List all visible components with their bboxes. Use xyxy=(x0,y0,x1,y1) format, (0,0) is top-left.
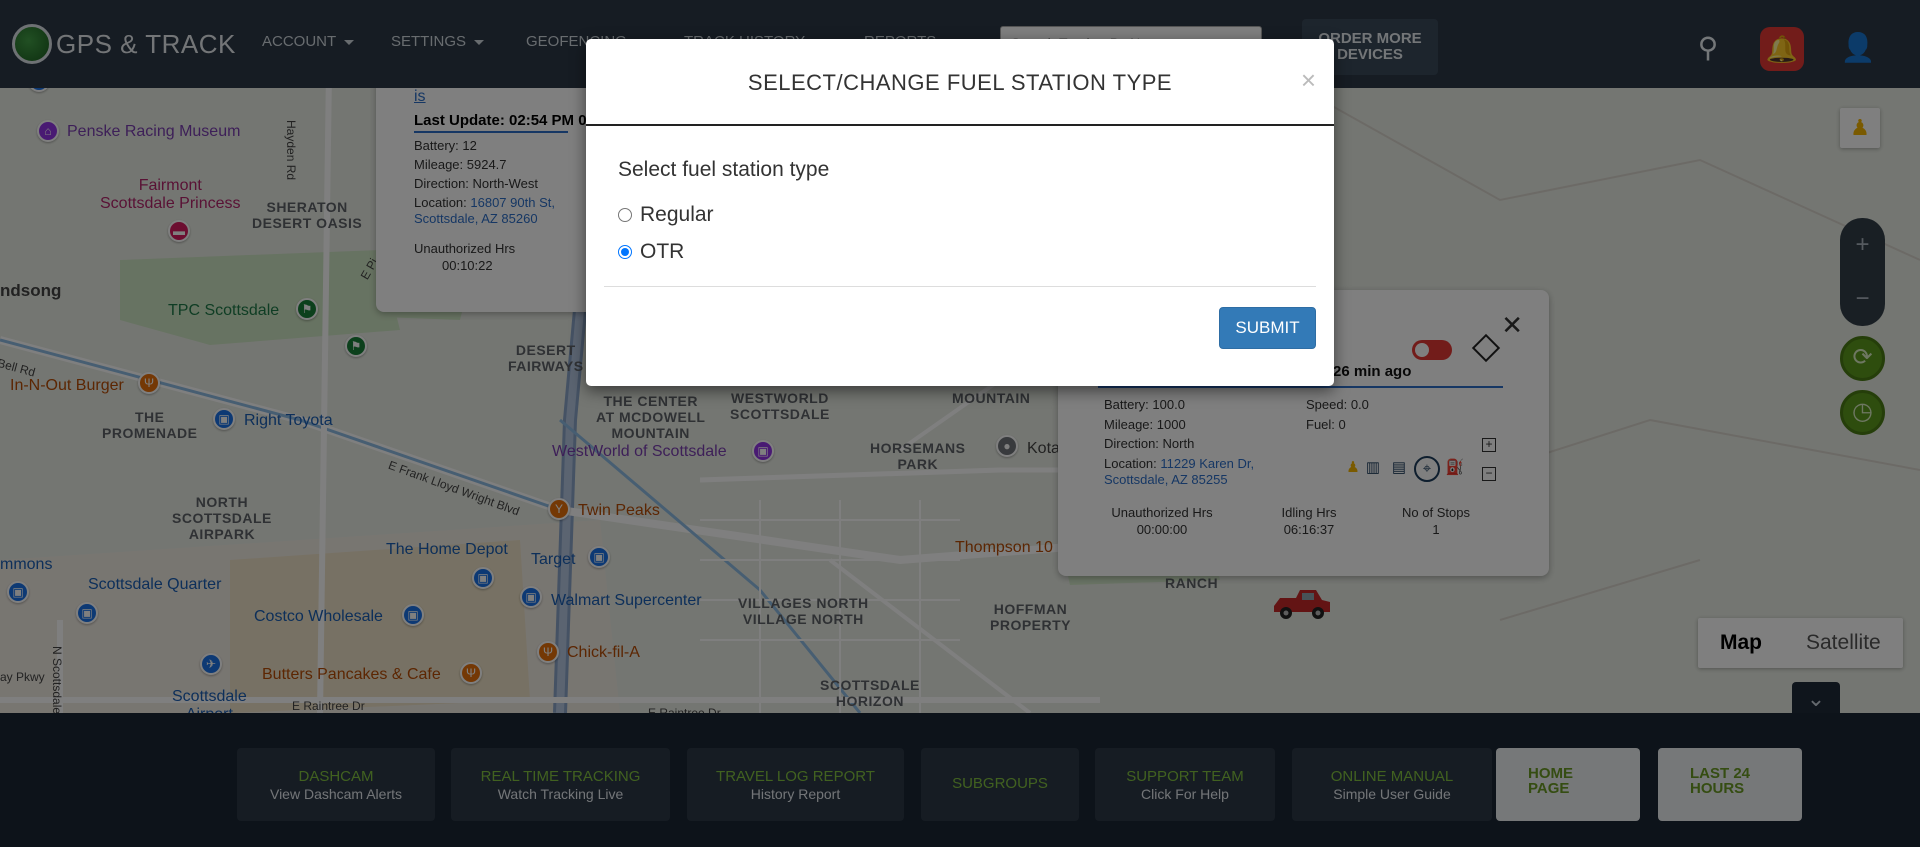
radio-label[interactable]: OTR xyxy=(640,240,684,264)
fuel-station-type-modal: SELECT/CHANGE FUEL STATION TYPE × Select… xyxy=(586,39,1334,386)
modal-title: SELECT/CHANGE FUEL STATION TYPE xyxy=(747,70,1173,95)
radio-label[interactable]: Regular xyxy=(640,203,714,227)
radio-option-regular[interactable]: Regular xyxy=(618,196,1302,233)
radio-regular[interactable] xyxy=(618,207,632,222)
modal-footer-divider xyxy=(604,286,1316,287)
close-icon[interactable]: × xyxy=(1301,67,1316,93)
modal-body: Select fuel station type Regular OTR xyxy=(586,126,1334,270)
radio-otr[interactable] xyxy=(618,244,632,259)
question-label: Select fuel station type xyxy=(618,158,830,181)
radio-option-otr[interactable]: OTR xyxy=(618,233,1302,270)
modal-header: SELECT/CHANGE FUEL STATION TYPE × xyxy=(586,39,1334,126)
submit-button[interactable]: SUBMIT xyxy=(1219,307,1316,349)
